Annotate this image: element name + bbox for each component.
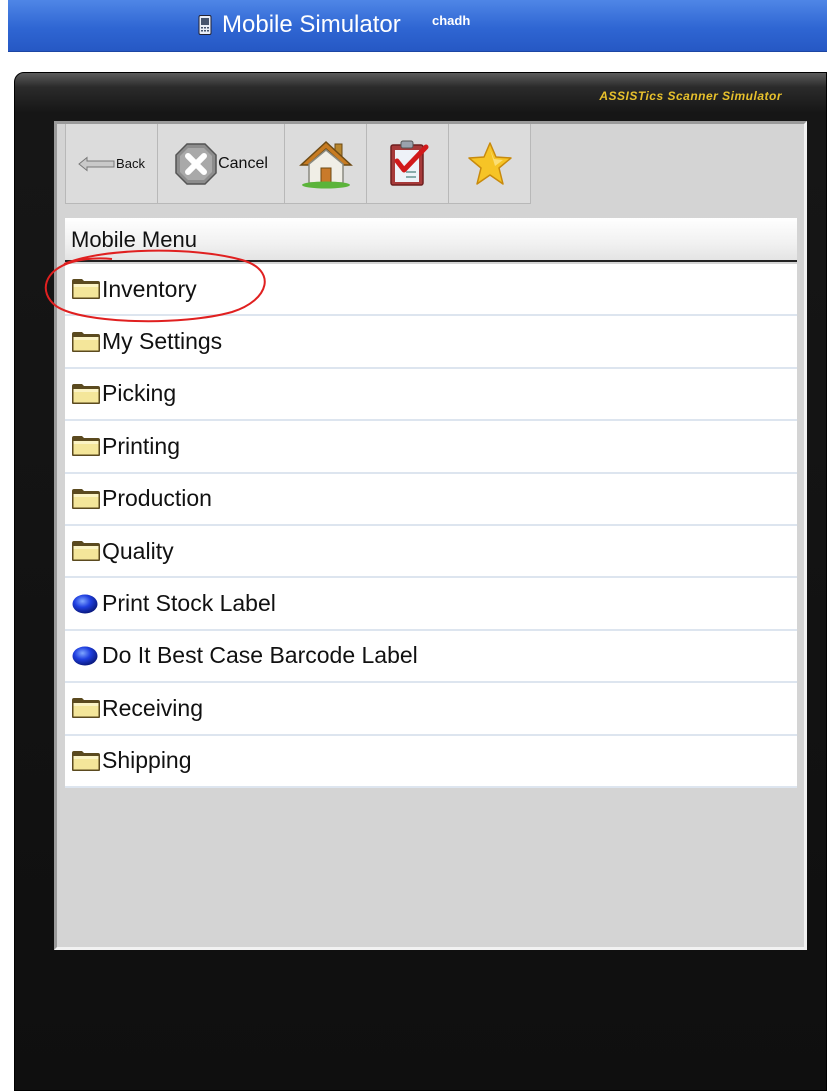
cancel-button-label: Cancel xyxy=(218,154,268,172)
menu-item-receiving[interactable]: Receiving xyxy=(65,683,797,736)
cancel-button[interactable]: Cancel xyxy=(158,124,285,204)
home-icon xyxy=(298,140,353,188)
menu-list: Inventory My Settings Picking Printing Produ… xyxy=(65,264,797,788)
scanner-screen: Back Cancel Mobile Menu Inventory My Set… xyxy=(54,121,807,950)
favorites-button[interactable] xyxy=(449,124,531,204)
folder-icon xyxy=(72,331,100,352)
menu-item-label: Picking xyxy=(102,380,177,407)
menu-item-quality[interactable]: Quality xyxy=(65,526,797,579)
device-brand-label: ASSISTics Scanner Simulator xyxy=(599,89,782,103)
menu-item-label: Do It Best Case Barcode Label xyxy=(102,642,418,669)
folder-icon xyxy=(72,279,100,300)
folder-icon xyxy=(72,383,100,404)
menu-item-label: My Settings xyxy=(102,328,223,355)
favorite-star-icon xyxy=(467,141,512,185)
folder-icon xyxy=(72,488,100,509)
home-button[interactable] xyxy=(285,124,367,204)
back-button-label: Back xyxy=(116,156,145,171)
menu-item-production[interactable]: Production xyxy=(65,474,797,526)
menu-item-label: Printing xyxy=(102,432,180,459)
menu-item-label: Production xyxy=(102,485,212,512)
menu-item-picking[interactable]: Picking xyxy=(65,369,797,422)
back-arrow-icon xyxy=(78,155,115,172)
task-clipboard-icon xyxy=(389,140,428,186)
blue-dot-icon xyxy=(72,646,98,666)
folder-icon xyxy=(72,436,100,457)
folder-icon xyxy=(72,698,100,719)
folder-icon xyxy=(72,750,100,771)
blue-dot-icon xyxy=(72,594,98,614)
menu-item-my-settings[interactable]: My Settings xyxy=(65,316,797,369)
menu-item-shipping[interactable]: Shipping xyxy=(65,736,797,788)
menu-item-label: Print Stock Label xyxy=(102,590,276,617)
back-button[interactable]: Back xyxy=(65,124,158,204)
menu-item-do-it-best-case-barcode-label[interactable]: Do It Best Case Barcode Label xyxy=(65,631,797,684)
menu-item-label: Receiving xyxy=(102,694,203,721)
folder-icon xyxy=(72,541,100,562)
menu-item-label: Quality xyxy=(102,537,174,564)
menu-header: Mobile Menu xyxy=(65,218,797,262)
menu-item-printing[interactable]: Printing xyxy=(65,421,797,474)
menu-item-label: Inventory xyxy=(102,275,197,302)
mobile-phone-icon xyxy=(198,15,212,35)
scanner-device-frame: ASSISTics Scanner Simulator Back Cancel xyxy=(14,72,827,1091)
user-name: chadh xyxy=(432,13,471,28)
app-title: Mobile Simulator xyxy=(222,11,401,38)
task-button[interactable] xyxy=(367,124,449,204)
menu-item-print-stock-label[interactable]: Print Stock Label xyxy=(65,578,797,631)
toolbar: Back Cancel xyxy=(65,124,531,206)
cancel-x-icon xyxy=(175,142,217,185)
menu-item-label: Shipping xyxy=(102,747,192,774)
window-titlebar: Mobile Simulator chadh xyxy=(8,0,827,52)
menu-item-inventory[interactable]: Inventory xyxy=(65,264,797,317)
